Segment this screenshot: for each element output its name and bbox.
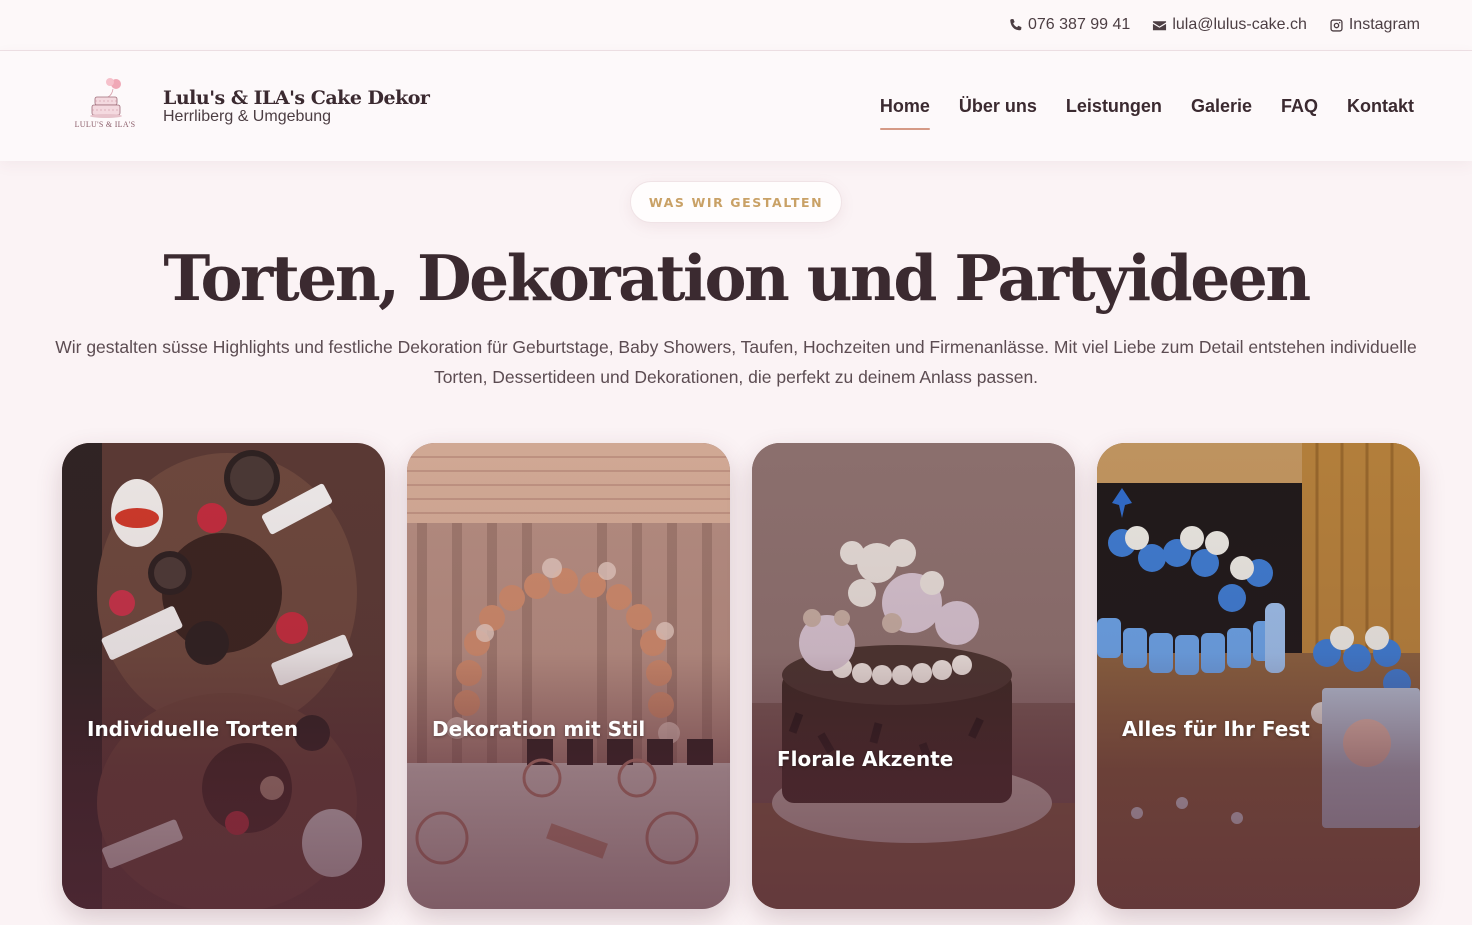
card-title: Dekoration mit Stil [432, 717, 646, 741]
card-overlay [407, 443, 730, 909]
nav-item-leistungen[interactable]: Leistungen [1066, 90, 1162, 123]
cake-logo-icon [90, 78, 122, 118]
card-title: Individuelle Torten [87, 717, 299, 741]
nav-item-galerie[interactable]: Galerie [1191, 90, 1252, 123]
phone-icon [1010, 18, 1022, 30]
phone-link[interactable]: 076 387 99 41 [1008, 16, 1130, 34]
nav-item-kontakt[interactable]: Kontakt [1347, 90, 1414, 123]
main-nav: Home Über uns Leistungen Galerie FAQ Kon… [879, 90, 1414, 130]
card-overlay [1097, 443, 1420, 909]
nav-item-home[interactable]: Home [879, 90, 930, 130]
card-overlay [752, 443, 1075, 909]
instagram-icon [1330, 18, 1343, 32]
brand[interactable]: Lulu's & ILA's Cake Dekor Herrliberg & U… [163, 86, 430, 126]
section-description: Wir gestalten süsse Highlights und festl… [55, 337, 1417, 387]
card-overlay [62, 443, 385, 909]
brand-name: Lulu's & ILA's Cake Dekor [163, 86, 430, 109]
logo-text: LULU'S & ILA'S [74, 120, 136, 129]
section-title: Torten, Dekoration und Partyideen [163, 241, 1311, 315]
service-card-dekoration[interactable]: Dekoration mit Stil [407, 443, 730, 909]
instagram-link[interactable]: Instagram [1329, 16, 1420, 34]
brand-location: Herrliberg & Umgebung [163, 107, 332, 125]
phone-number: 076 387 99 41 [1028, 16, 1131, 33]
section-eyebrow-badge: WAS WIR GESTALTEN [629, 181, 843, 223]
site-header: LULU'S & ILA'S Lulu's & ILA's Cake Dekor… [0, 51, 1472, 161]
logo[interactable]: LULU'S & ILA'S [72, 71, 138, 141]
card-title: Alles für Ihr Fest [1122, 717, 1310, 741]
card-title: Florale Akzente [777, 747, 954, 771]
envelope-icon [1153, 20, 1167, 30]
email-link[interactable]: lula@lulus-cake.ch [1152, 16, 1307, 34]
service-card-fest[interactable]: Alles für Ihr Fest [1097, 443, 1420, 909]
eyebrow-wrapper: WAS WIR GESTALTEN [0, 181, 1472, 223]
instagram-label: Instagram [1348, 16, 1420, 33]
service-card-florale-akzente[interactable]: Florale Akzente [752, 443, 1075, 909]
service-card-torten[interactable]: Individuelle Torten [62, 443, 385, 909]
service-cards: Individuelle Torten Dekoration mit Stil … [62, 443, 1420, 909]
contact-bar: 076 387 99 41 lula@lulus-cake.ch Instagr… [0, 0, 1472, 51]
nav-item-faq[interactable]: FAQ [1281, 90, 1318, 123]
nav-item-ueber-uns[interactable]: Über uns [959, 90, 1037, 123]
email-address: lula@lulus-cake.ch [1172, 16, 1307, 33]
